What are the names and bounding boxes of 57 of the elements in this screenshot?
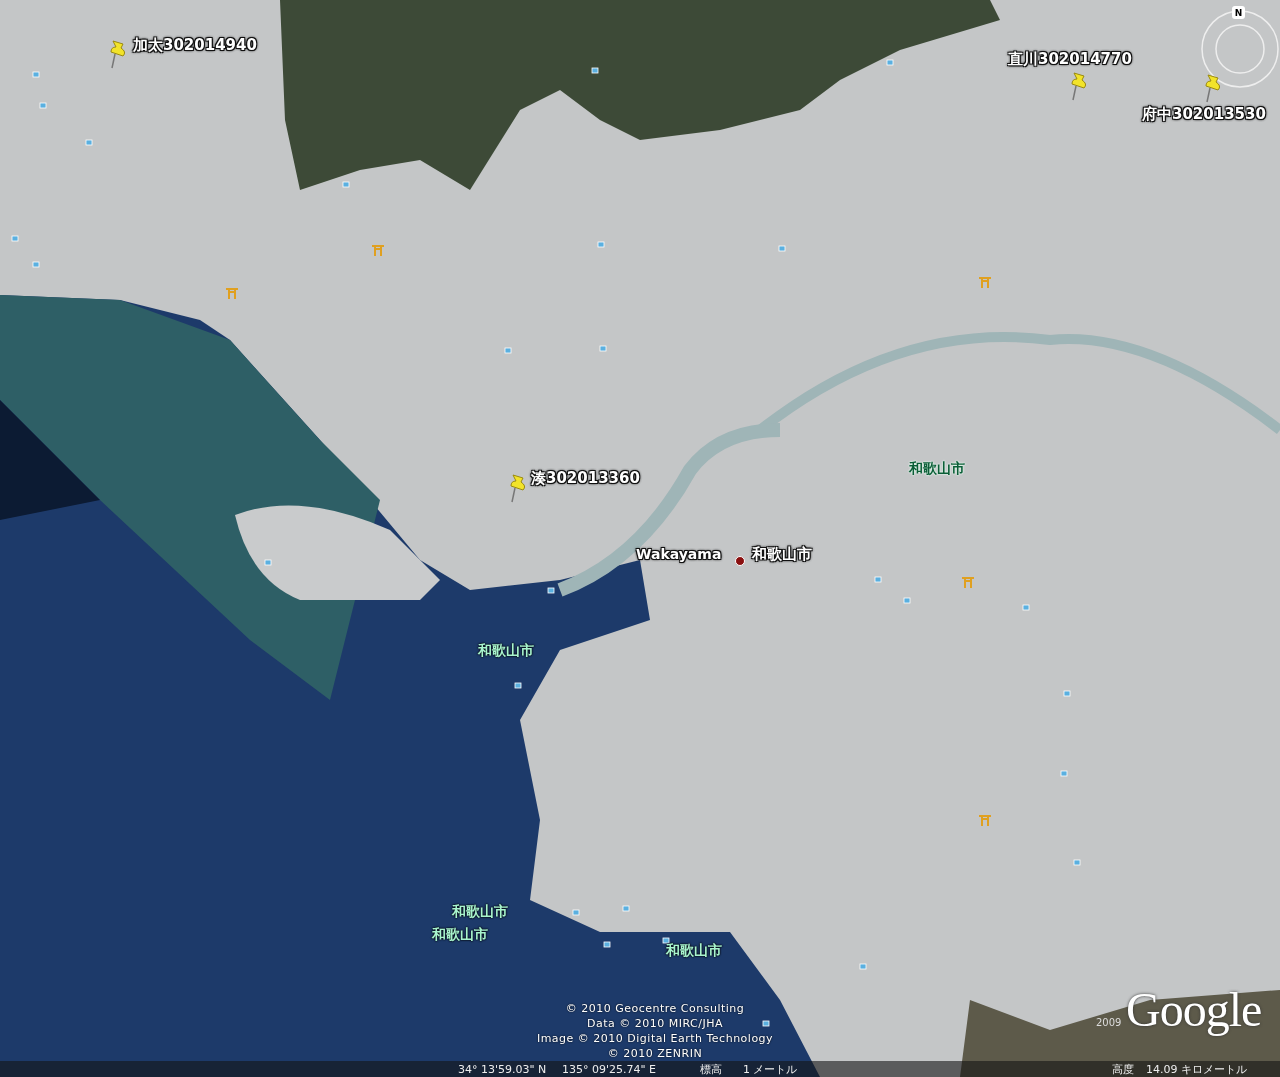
- place-label: 和歌山市: [478, 642, 534, 660]
- altitude-text: 14.09 キロメートル: [1146, 1061, 1247, 1077]
- photo-marker-icon[interactable]: [32, 261, 40, 268]
- longitude-text: 135° 09'25.74" E: [562, 1062, 656, 1076]
- attribution-text: © 2010 Geocentre Consulting: [565, 1001, 745, 1016]
- placemark-label[interactable]: 府中302013530: [1142, 105, 1266, 124]
- photo-marker-icon[interactable]: [874, 576, 882, 583]
- photo-marker-icon[interactable]: [1022, 604, 1030, 611]
- latitude-text: 34° 13'59.03" N: [458, 1062, 547, 1076]
- placemark-label[interactable]: 湊302013360: [531, 469, 640, 488]
- photo-marker-icon[interactable]: [1060, 770, 1068, 777]
- place-label: 和歌山市: [666, 942, 722, 960]
- placemark-label[interactable]: 直川302014770: [1008, 50, 1132, 69]
- photo-marker-icon[interactable]: [859, 963, 867, 970]
- place-label: 和歌山市: [909, 460, 965, 478]
- torii-icon[interactable]: [978, 276, 992, 288]
- logo-text: Google: [1126, 982, 1262, 1037]
- place-label: 和歌山市: [432, 926, 488, 944]
- compass-north-label[interactable]: N: [1232, 6, 1245, 19]
- photo-marker-icon[interactable]: [572, 909, 580, 916]
- photo-marker-icon[interactable]: [1063, 690, 1071, 697]
- compass-ring-icon[interactable]: [1200, 8, 1280, 90]
- photo-marker-icon[interactable]: [599, 345, 607, 352]
- torii-icon[interactable]: [225, 287, 239, 299]
- imagery-year: 2009: [1096, 1017, 1122, 1028]
- elevation-label: 標高: [700, 1061, 722, 1077]
- photo-marker-icon[interactable]: [11, 235, 19, 242]
- photo-marker-icon[interactable]: [762, 1020, 770, 1027]
- photo-marker-icon[interactable]: [32, 71, 40, 78]
- photo-marker-icon[interactable]: [597, 241, 605, 248]
- torii-icon[interactable]: [978, 814, 992, 826]
- city-label: 和歌山市: [752, 545, 812, 564]
- photo-marker-icon[interactable]: [39, 102, 47, 109]
- elevation-text: 1 メートル: [743, 1061, 798, 1077]
- photo-marker-icon[interactable]: [778, 245, 786, 252]
- photo-marker-icon[interactable]: [342, 181, 350, 188]
- attribution-text: Data © 2010 MIRC/JHA: [587, 1016, 723, 1031]
- photo-marker-icon[interactable]: [514, 682, 522, 689]
- photo-marker-icon[interactable]: [886, 59, 894, 66]
- photo-marker-icon[interactable]: [603, 941, 611, 948]
- torii-icon[interactable]: [371, 244, 385, 256]
- photo-marker-icon[interactable]: [903, 597, 911, 604]
- city-dot-icon: [735, 556, 745, 566]
- photo-marker-icon[interactable]: [547, 587, 555, 594]
- photo-marker-icon[interactable]: [622, 905, 630, 912]
- altitude-label: 高度: [1112, 1061, 1134, 1077]
- torii-icon[interactable]: [961, 576, 975, 588]
- attribution-text: © 2010 ZENRIN: [607, 1046, 703, 1061]
- photo-marker-icon[interactable]: [264, 559, 272, 566]
- photo-marker-icon[interactable]: [591, 67, 599, 74]
- attribution-text: Image © 2010 Digital Earth Technology: [536, 1031, 774, 1046]
- place-label: 和歌山市: [452, 903, 508, 921]
- photo-marker-icon[interactable]: [504, 347, 512, 354]
- photo-marker-icon[interactable]: [85, 139, 93, 146]
- city-label: Wakayama: [636, 546, 722, 562]
- photo-marker-icon[interactable]: [1073, 859, 1081, 866]
- photo-marker-icon[interactable]: [662, 937, 670, 944]
